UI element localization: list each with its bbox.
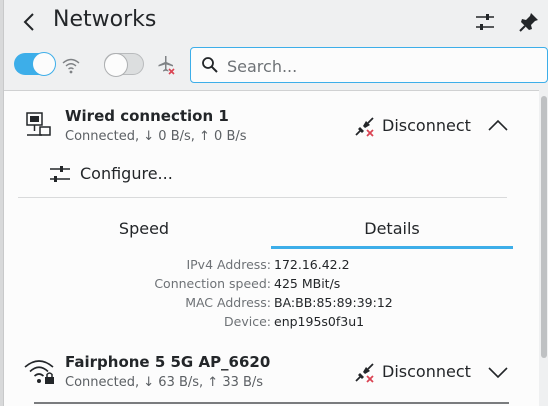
network-disconnect-icon	[355, 117, 374, 137]
scrollbar[interactable]	[541, 96, 547, 358]
chevron-down-icon[interactable]	[486, 360, 510, 384]
detail-row: MAC Address: BA:BB:85:89:39:12	[4, 295, 514, 313]
pin-icon[interactable]	[517, 10, 541, 34]
configure-sliders-icon[interactable]	[473, 10, 497, 34]
detail-row: Connection speed: 425 MBit/s	[4, 276, 514, 294]
page-title: Networks	[53, 7, 157, 32]
detail-label: Connection speed:	[154, 276, 271, 291]
search-input[interactable]	[225, 54, 539, 78]
connection-status: Connected, ↓ 0 B/s, ↑ 0 B/s	[65, 129, 247, 144]
wired-network-icon	[26, 112, 51, 136]
detail-value: enp195s0f3u1	[274, 314, 365, 329]
detail-value: 425 MBit/s	[274, 276, 341, 291]
networks-panel: Networks Search... Wired connection 1 Co…	[3, 0, 548, 406]
toggle-knob	[32, 52, 56, 76]
tab-speed[interactable]: Speed	[22, 209, 266, 249]
wifi-secured-icon	[24, 360, 54, 384]
divider	[34, 402, 509, 404]
detail-label: Device:	[224, 314, 271, 329]
divider	[18, 197, 507, 198]
detail-label: IPv4 Address:	[186, 257, 271, 272]
detail-value: BA:BB:85:89:39:12	[274, 295, 393, 310]
detail-row: Device: enp195s0f3u1	[4, 314, 514, 332]
detail-row: IPv4 Address: 172.16.42.2	[4, 257, 514, 275]
tab-details[interactable]: Details	[271, 209, 513, 249]
wifi-toggle[interactable]	[14, 52, 56, 76]
toggle-knob	[104, 53, 128, 77]
airplane-mode-toggle[interactable]	[104, 53, 144, 77]
back-arrow-icon[interactable]	[18, 10, 42, 34]
search-field[interactable]	[190, 47, 548, 83]
header: Networks	[4, 0, 548, 44]
configure-label: Configure...	[80, 164, 173, 183]
chevron-up-icon[interactable]	[486, 114, 510, 138]
detail-label: MAC Address:	[185, 295, 271, 310]
search-icon	[202, 57, 218, 73]
wifi-icon	[62, 58, 80, 74]
disconnect-label: Disconnect	[382, 116, 471, 135]
connection-list: Wired connection 1 Connected, ↓ 0 B/s, ↑…	[4, 90, 539, 406]
disconnect-label: Disconnect	[382, 362, 471, 381]
connection-name: Fairphone 5 5G AP_6620	[65, 353, 271, 371]
airplane-mode-icon	[158, 56, 175, 75]
detail-value: 172.16.42.2	[274, 257, 350, 272]
network-disconnect-icon	[355, 363, 374, 383]
configure-sliders-icon	[50, 166, 70, 182]
connection-status: Connected, ↓ 63 B/s, ↑ 33 B/s	[65, 375, 264, 390]
connection-name: Wired connection 1	[65, 107, 229, 125]
tab-speed-label: Speed	[118, 219, 170, 238]
tab-details-label: Details	[364, 219, 420, 238]
